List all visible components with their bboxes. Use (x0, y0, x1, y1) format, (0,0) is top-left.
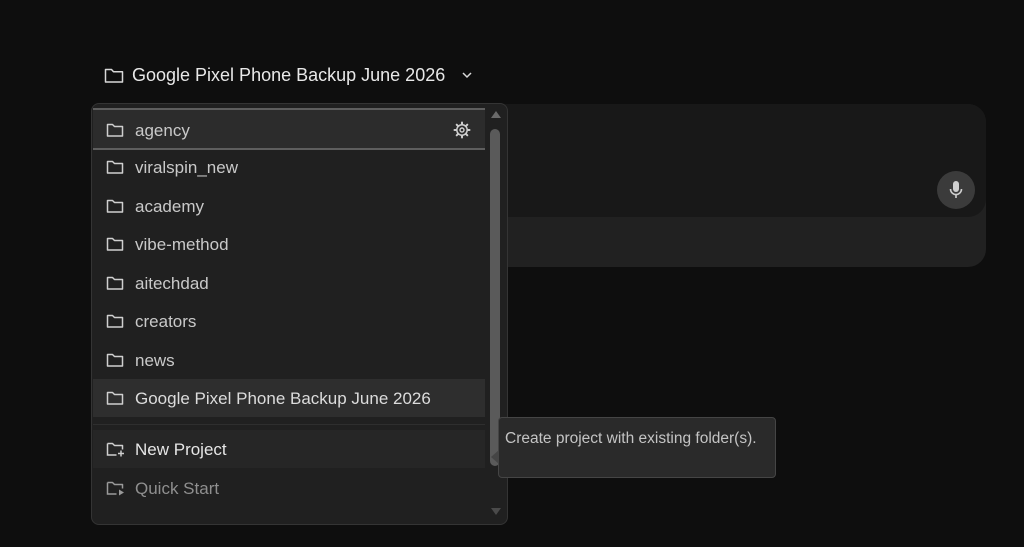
new-project-button[interactable]: New Project (93, 430, 485, 468)
microphone-icon (948, 180, 964, 200)
menu-divider (93, 424, 485, 425)
folder-icon (106, 236, 124, 252)
quick-start-button[interactable]: Quick Start (93, 469, 485, 507)
folder-icon (106, 275, 124, 291)
project-item-label: aitechdad (135, 274, 209, 293)
project-item-news[interactable]: news (93, 341, 485, 379)
folder-plus-icon (106, 441, 126, 457)
project-item-creators[interactable]: creators (93, 302, 485, 340)
project-item-label: agency (135, 121, 190, 140)
folder-icon (106, 159, 124, 175)
project-dropdown: agency viralspin_new academy vibe-method… (91, 103, 508, 525)
project-item-label: viralspin_new (135, 158, 238, 177)
project-selector[interactable]: Google Pixel Phone Backup June 2026 (104, 60, 473, 90)
new-project-label: New Project (135, 440, 227, 459)
microphone-button[interactable] (937, 171, 975, 209)
scroll-up-arrow-icon[interactable] (491, 110, 501, 118)
project-item-label: creators (135, 312, 197, 331)
project-item-label: news (135, 351, 175, 370)
tooltip: Create project with existing folder(s). (498, 417, 776, 478)
project-item-academy[interactable]: academy (93, 187, 485, 225)
quick-start-label: Quick Start (135, 479, 220, 498)
folder-icon (106, 122, 124, 138)
project-item-viralspin-new[interactable]: viralspin_new (93, 148, 485, 186)
scrollbar-thumb[interactable] (490, 129, 500, 466)
scroll-down-arrow-icon[interactable] (491, 508, 501, 516)
project-item-vibe-method[interactable]: vibe-method (93, 225, 485, 263)
folder-icon (106, 390, 124, 406)
project-item-label: Google Pixel Phone Backup June 2026 (135, 389, 431, 408)
project-item-label: vibe-method (135, 235, 229, 254)
folder-icon (106, 313, 124, 329)
project-item-label: academy (135, 197, 204, 216)
gear-icon[interactable] (453, 121, 471, 139)
project-item-agency[interactable]: agency (93, 108, 485, 150)
folder-icon (106, 352, 124, 368)
folder-icon (106, 198, 124, 214)
project-item-aitechdad[interactable]: aitechdad (93, 264, 485, 302)
folder-icon (104, 66, 124, 84)
project-item-google-pixel-backup[interactable]: Google Pixel Phone Backup June 2026 (93, 379, 485, 417)
current-project-name: Google Pixel Phone Backup June 2026 (132, 64, 446, 85)
folder-play-icon (106, 480, 126, 496)
chevron-down-icon (461, 70, 473, 80)
